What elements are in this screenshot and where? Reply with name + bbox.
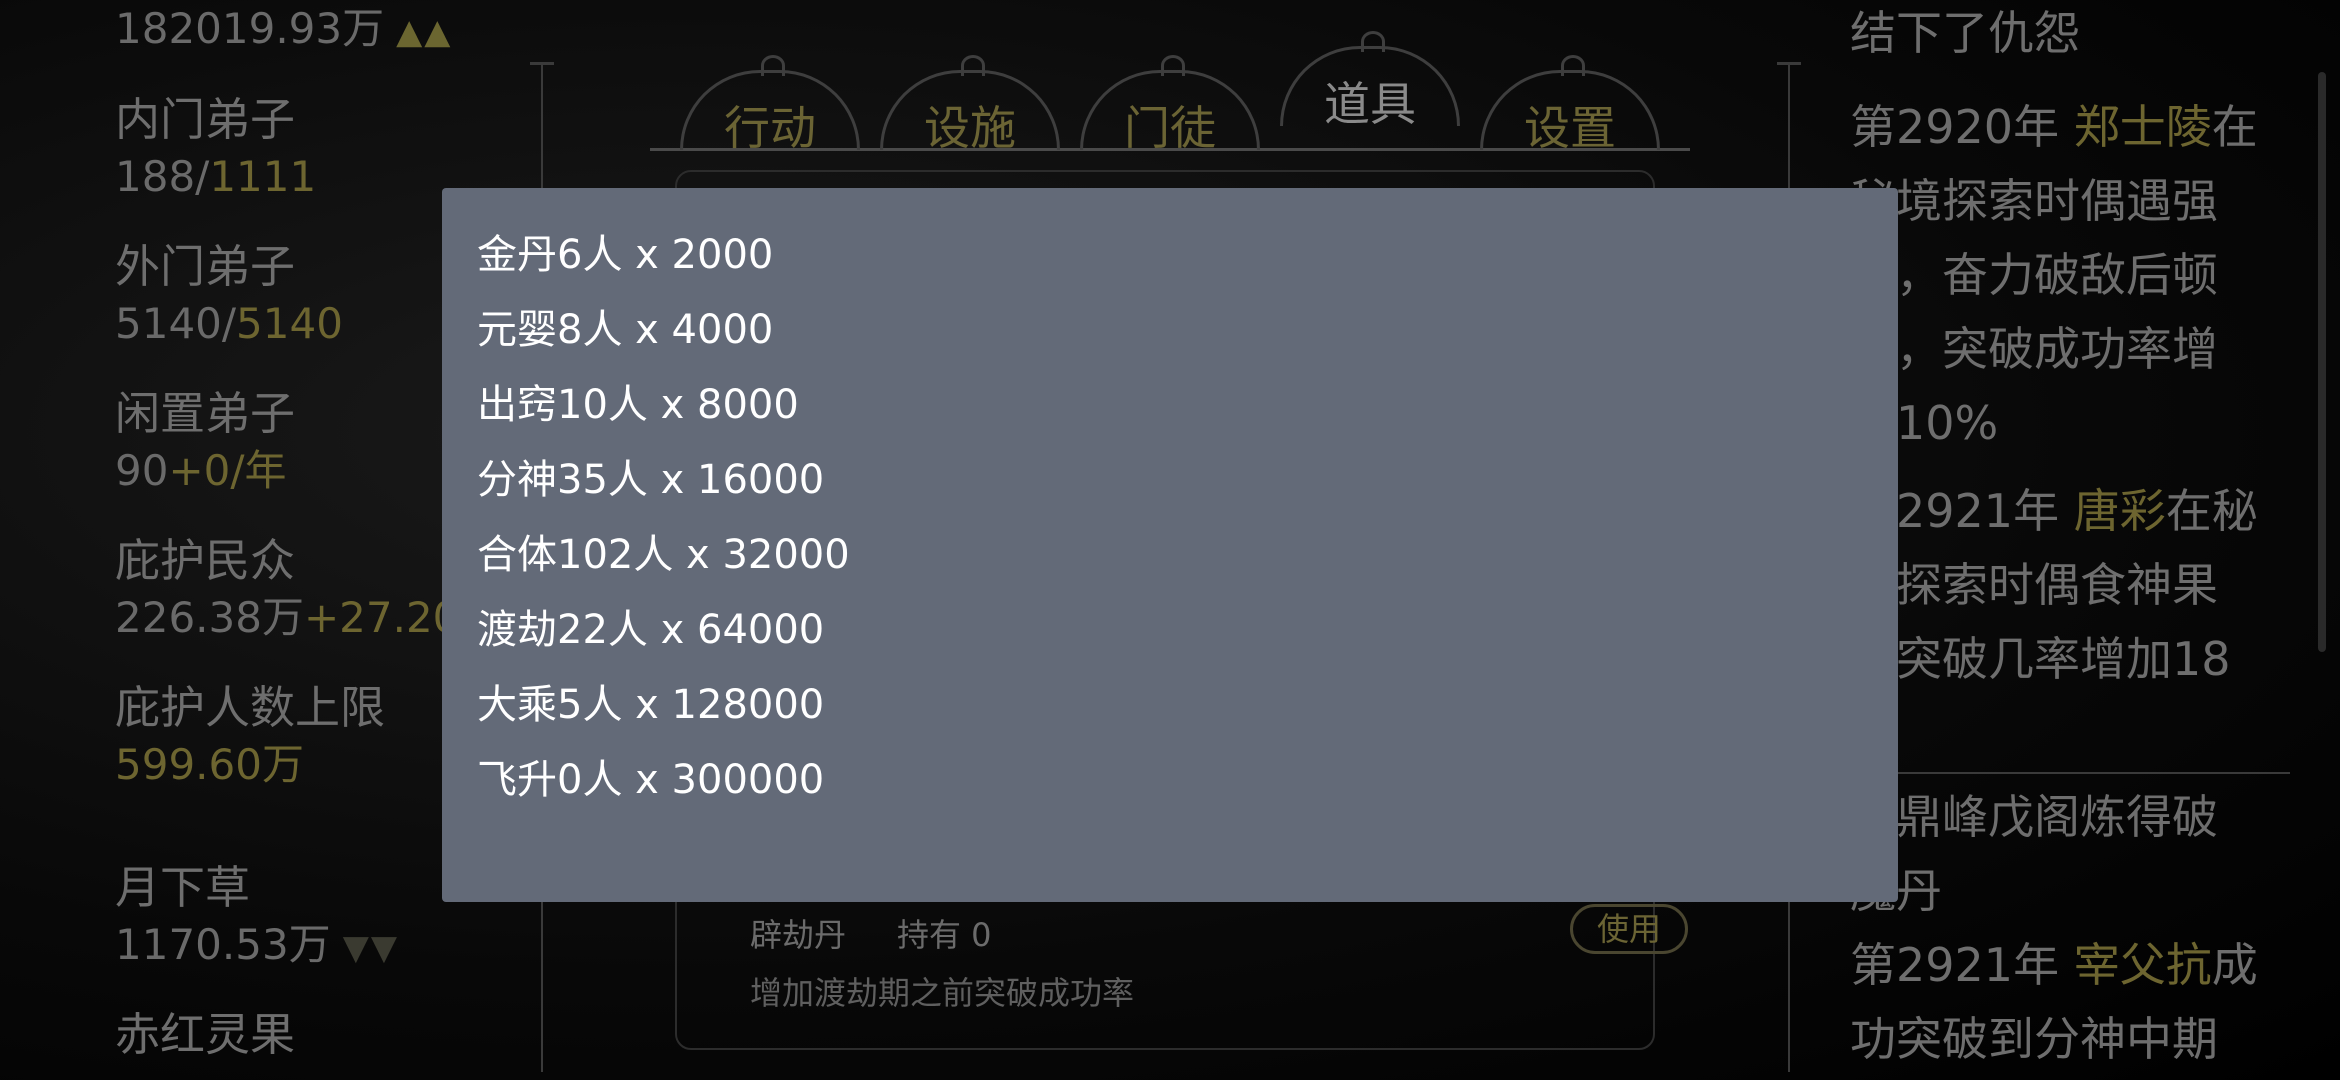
log-line: 功突破到分神中期: [1850, 1012, 2218, 1066]
trend-up-icon: ▲▲: [396, 12, 453, 52]
disciple-name: 唐彩: [2073, 484, 2166, 538]
list-item: 元婴8人 x 4000: [477, 307, 774, 353]
tab-items[interactable]: 道具: [1280, 31, 1460, 155]
log-line: 结下了仇怨: [1850, 6, 2080, 60]
stat-outer-disciples: 外门弟子 5140/5140: [115, 237, 343, 351]
stat-inner-disciples: 内门弟子 188/1111: [115, 90, 316, 204]
log-line: 敌，奋力破敌后顿: [1850, 248, 2218, 302]
resource-label: 赤红灵果: [115, 1008, 296, 1061]
stat-value-rate: +0/年: [168, 446, 287, 495]
stat-protected-people: 庇护民众 226.38万+27.20: [115, 531, 459, 645]
tab-bar: 行动 设施 门徒 道具 设置: [640, 31, 1700, 170]
log-line: 第2921年 宰父抗成: [1850, 938, 2258, 992]
list-item: 金丹6人 x 2000: [477, 232, 774, 278]
resource-label: 月下草: [115, 861, 251, 914]
tab-label: 设置: [1524, 101, 1616, 155]
top-resource: 182019.93万 ▲▲: [115, 2, 452, 56]
stat-value-rate: +27.20: [303, 593, 460, 642]
tab-settings[interactable]: 设置: [1480, 55, 1660, 155]
stat-value: 90: [115, 446, 169, 495]
log-line: ，突破几率增加18: [1850, 632, 2231, 686]
tab-actions[interactable]: 行动: [680, 55, 860, 155]
stat-value: 5140/: [115, 299, 237, 348]
item-name: 辟劫丹: [750, 916, 847, 954]
log-separator: [1850, 772, 2290, 774]
tab-label: 设施: [924, 101, 1016, 155]
list-item: 分神35人 x 16000: [477, 457, 825, 503]
list-item: 合体102人 x 32000: [477, 532, 850, 578]
disciple-name: 郑士陵: [2073, 100, 2212, 154]
top-resource-value: 182019.93万: [115, 4, 385, 53]
resource-moon-grass: 月下草 1170.53万 ▼▼: [115, 858, 399, 975]
list-item: 渡劫22人 x 64000: [477, 607, 825, 653]
item-description: 增加渡劫期之前突破成功率: [750, 974, 1135, 1012]
stat-label: 外门弟子: [115, 240, 296, 293]
log-line: 秘境探索时偶遇强: [1850, 174, 2218, 228]
resource-value: 1170.53万: [115, 920, 331, 969]
stat-value-cap: 1111: [209, 152, 317, 201]
tab-facilities[interactable]: 设施: [880, 55, 1060, 155]
list-item: 大乘5人 x 128000: [477, 682, 825, 728]
tab-disciples[interactable]: 门徒: [1080, 55, 1260, 155]
log-line: 第2920年 郑士陵在: [1850, 100, 2258, 154]
stat-label: 庇护人数上限: [115, 681, 386, 734]
log-line: 第2921年 唐彩在秘: [1850, 484, 2258, 538]
disciple-name: 宰父抗: [2073, 938, 2212, 992]
event-log: 结下了仇怨 第2920年 郑士陵在 秘境探索时偶遇强 敌，奋力破敌后顿 悟，突破…: [1850, 0, 2290, 1080]
tab-label: 门徒: [1124, 101, 1216, 155]
stat-label: 庇护民众: [115, 534, 296, 587]
list-item: 飞升0人 x 300000: [477, 757, 825, 803]
stat-value: 188/: [115, 152, 210, 201]
stat-label: 闲置弟子: [115, 387, 296, 440]
stat-idle-disciples: 闲置弟子 90+0/年: [115, 384, 295, 498]
realm-cost-popup[interactable]: 金丹6人 x 2000 元婴8人 x 4000 出窍10人 x 8000 分神3…: [442, 188, 1898, 902]
trend-down-icon: ▼▼: [342, 928, 399, 968]
stat-protection-limit: 庇护人数上限 599.60万: [115, 678, 385, 792]
use-button[interactable]: 使用: [1570, 904, 1688, 954]
log-line: 魔丹: [1850, 854, 2290, 928]
tab-label: 道具: [1324, 77, 1416, 131]
log-line: 悟，突破成功率增: [1850, 322, 2218, 376]
log-line: 境探索时偶食神果: [1850, 558, 2218, 612]
game-screen: 182019.93万 ▲▲ 内门弟子 188/1111 外门弟子 5140/514…: [0, 0, 2340, 1080]
stat-value: 226.38万: [115, 593, 304, 642]
list-item: 辟劫丹 持有 0 增加渡劫期之前突破成功率 使用: [675, 880, 1688, 1030]
tab-label: 行动: [724, 101, 816, 155]
log-scrollbar[interactable]: [2318, 72, 2326, 652]
realm-cost-list: 金丹6人 x 2000 元婴8人 x 4000 出窍10人 x 8000 分神3…: [477, 218, 850, 818]
stat-value-cap: 5140: [236, 299, 343, 348]
list-item: 出窍10人 x 8000: [477, 382, 799, 428]
resource-red-fruit: 赤红灵果: [115, 1005, 295, 1065]
item-hold-count: 持有 0: [897, 916, 992, 954]
log-line: 加10%: [1850, 396, 1999, 450]
log-line: 丹鼎峰戊阁炼得破: [1850, 790, 2218, 844]
stat-value: 599.60万: [115, 740, 304, 789]
stat-label: 内门弟子: [115, 93, 296, 146]
